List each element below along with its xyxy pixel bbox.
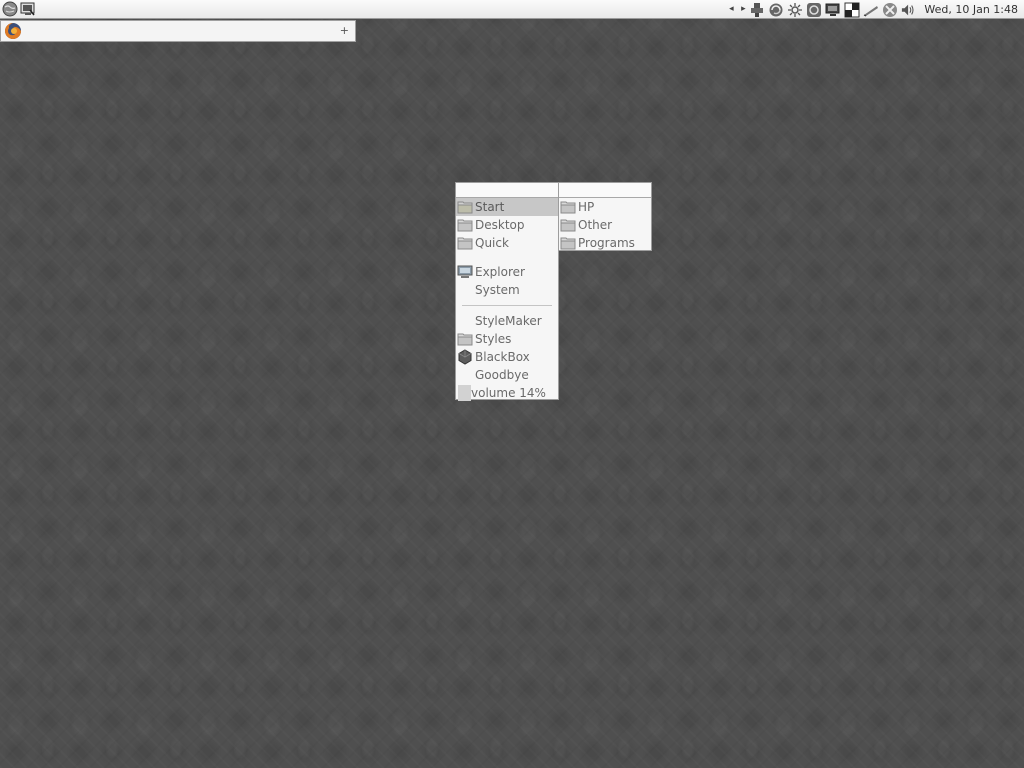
menu-title-bar: [456, 183, 558, 198]
menu-item-label: Goodbye: [475, 368, 529, 382]
tray-scroll-left-button[interactable]: ◂: [725, 0, 737, 19]
menu-item-label: Quick: [475, 236, 509, 250]
menu-item-label: Start: [475, 200, 505, 214]
monitor-icon[interactable]: [825, 2, 841, 18]
menu-item-blackbox[interactable]: BlackBox: [456, 348, 558, 366]
menu-item-label: Other: [578, 218, 613, 232]
menu-item-goodbye[interactable]: Goodbye: [456, 366, 558, 384]
folder-icon: [457, 235, 473, 251]
volume-icon[interactable]: [901, 2, 917, 18]
refresh-icon[interactable]: [768, 2, 784, 18]
settings-icon[interactable]: [787, 2, 803, 18]
task-window-strip[interactable]: +: [0, 20, 356, 42]
menu-item-label: System: [475, 283, 520, 297]
blackbox-icon: [457, 349, 473, 365]
globe-icon[interactable]: [2, 1, 18, 17]
menu-item-quick[interactable]: Quick: [456, 234, 558, 252]
system-tray: ◂ ▸ Wed, 10 Jan 1:48: [725, 0, 1024, 19]
main-menu: Start Desktop Quick Explorer System Styl…: [455, 182, 559, 402]
menu-item-styles[interactable]: Styles: [456, 330, 558, 348]
top-taskbar: ◂ ▸ Wed, 10 Jan 1:48: [0, 0, 1024, 19]
menu-item-label: StyleMaker: [475, 314, 542, 328]
folder-icon: [457, 217, 473, 233]
firefox-icon[interactable]: [4, 22, 22, 40]
menu-spacer: [456, 252, 558, 263]
tray-scroll-right-button[interactable]: ▸: [737, 0, 749, 19]
folder-icon: [457, 331, 473, 347]
menu-item-label: volume 14%: [471, 386, 546, 400]
start-submenu: HP Other Programs: [558, 182, 652, 251]
menu-item-label: Explorer: [475, 265, 525, 279]
folder-icon: [560, 217, 576, 233]
update-icon[interactable]: [806, 2, 822, 18]
menu-item-volume[interactable]: volume 14%: [456, 384, 558, 402]
menu-item-start[interactable]: Start: [456, 198, 558, 216]
submenu-item-other[interactable]: Other: [559, 216, 651, 234]
menu-separator: [462, 305, 552, 306]
contrast-icon[interactable]: [844, 2, 860, 18]
menu-item-desktop[interactable]: Desktop: [456, 216, 558, 234]
terminal-icon[interactable]: [20, 1, 36, 17]
blocked-icon[interactable]: [882, 2, 898, 18]
clock[interactable]: Wed, 10 Jan 1:48: [920, 3, 1024, 16]
menu-item-system[interactable]: System: [456, 281, 558, 299]
menu-item-label: Desktop: [475, 218, 525, 232]
menu-item-stylemaker[interactable]: StyleMaker: [456, 312, 558, 330]
menu-item-label: Programs: [578, 236, 635, 250]
submenu-item-programs[interactable]: Programs: [559, 234, 651, 252]
menu-item-explorer[interactable]: Explorer: [456, 263, 558, 281]
folder-icon: [457, 199, 473, 215]
volume-level-bar[interactable]: [458, 385, 471, 401]
add-task-button[interactable]: +: [340, 23, 349, 39]
folder-icon: [560, 199, 576, 215]
menu-item-label: Styles: [475, 332, 512, 346]
submenu-item-hp[interactable]: HP: [559, 198, 651, 216]
menu-item-label: BlackBox: [475, 350, 530, 364]
menu-item-label: HP: [578, 200, 595, 214]
submenu-title-bar: [559, 183, 651, 198]
pen-icon[interactable]: [863, 2, 879, 18]
computer-icon: [457, 264, 473, 280]
network-icon[interactable]: [749, 2, 765, 18]
folder-icon: [560, 235, 576, 251]
